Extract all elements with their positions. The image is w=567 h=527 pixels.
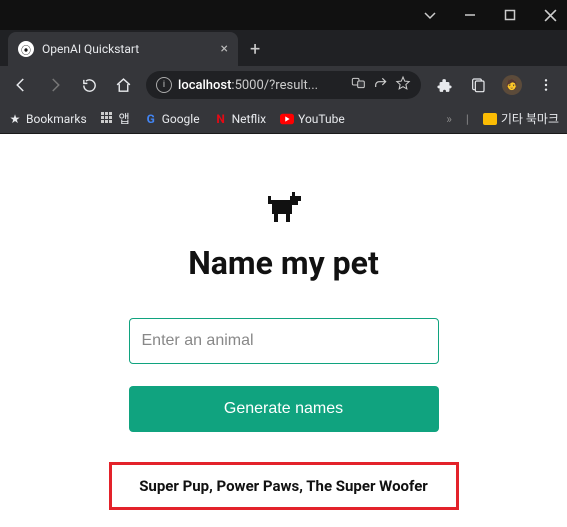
youtube-icon [280, 112, 294, 126]
bookmarks-overflow-chevron[interactable]: » [446, 112, 452, 126]
reload-button[interactable] [74, 70, 104, 100]
dog-icon [264, 188, 304, 228]
window-chrome [0, 0, 567, 30]
new-tab-button[interactable]: + [238, 32, 272, 66]
tab-close-icon[interactable]: × [221, 41, 228, 57]
bookmark-netflix[interactable]: N Netflix [214, 112, 267, 126]
profile-avatar[interactable]: 🧑 [497, 70, 527, 100]
tab-favicon-icon: ⦿ [18, 41, 34, 57]
kebab-menu-icon[interactable] [531, 70, 561, 100]
apps-label: 앱 [119, 110, 130, 127]
star-icon[interactable] [395, 75, 411, 95]
window-maximize-icon[interactable] [504, 0, 516, 30]
folder-icon [483, 113, 497, 125]
bookmarks-shortcut[interactable]: ★ Bookmarks [8, 112, 87, 126]
forward-button[interactable] [40, 70, 70, 100]
bookmarks-label: Bookmarks [26, 112, 87, 126]
browser-tab[interactable]: ⦿ OpenAI Quickstart × [8, 32, 238, 66]
share-icon[interactable] [373, 75, 389, 95]
tab-title: OpenAI Quickstart [42, 42, 213, 56]
window-caret-icon[interactable] [424, 0, 436, 30]
reading-list-icon[interactable] [463, 70, 493, 100]
result-output: Super Pup, Power Paws, The Super Woofer [109, 462, 459, 510]
animal-input-wrapper [129, 318, 439, 364]
address-bar[interactable]: i localhost:5000/?result... [146, 71, 421, 99]
generate-button[interactable]: Generate names [129, 386, 439, 432]
bookmarks-separator: | [466, 112, 469, 126]
window-close-icon[interactable] [544, 0, 557, 30]
google-icon: G [144, 112, 158, 126]
page-content: Name my pet Generate names Super Pup, Po… [0, 134, 567, 527]
netflix-icon: N [214, 112, 228, 126]
bookmarks-bar: ★ Bookmarks 앱 G Google N Netflix YouTube… [0, 104, 567, 134]
tab-bar: ⦿ OpenAI Quickstart × + [0, 30, 567, 66]
bookmark-youtube[interactable]: YouTube [280, 112, 345, 126]
url-text: localhost:5000/?result... [178, 78, 345, 93]
browser-toolbar: i localhost:5000/?result... 🧑 [0, 66, 567, 104]
other-bookmarks-folder[interactable]: 기타 북마크 [483, 110, 559, 127]
window-minimize-icon[interactable] [464, 0, 476, 30]
star-icon: ★ [8, 112, 22, 126]
animal-input[interactable] [142, 332, 426, 350]
bookmark-google[interactable]: G Google [144, 112, 200, 126]
page-title: Name my pet [188, 244, 379, 282]
extensions-button[interactable] [429, 70, 459, 100]
apps-shortcut[interactable]: 앱 [101, 110, 130, 127]
apps-grid-icon [101, 112, 115, 126]
back-button[interactable] [6, 70, 36, 100]
home-button[interactable] [108, 70, 138, 100]
translate-icon[interactable] [351, 75, 367, 95]
site-info-icon[interactable]: i [156, 77, 172, 93]
